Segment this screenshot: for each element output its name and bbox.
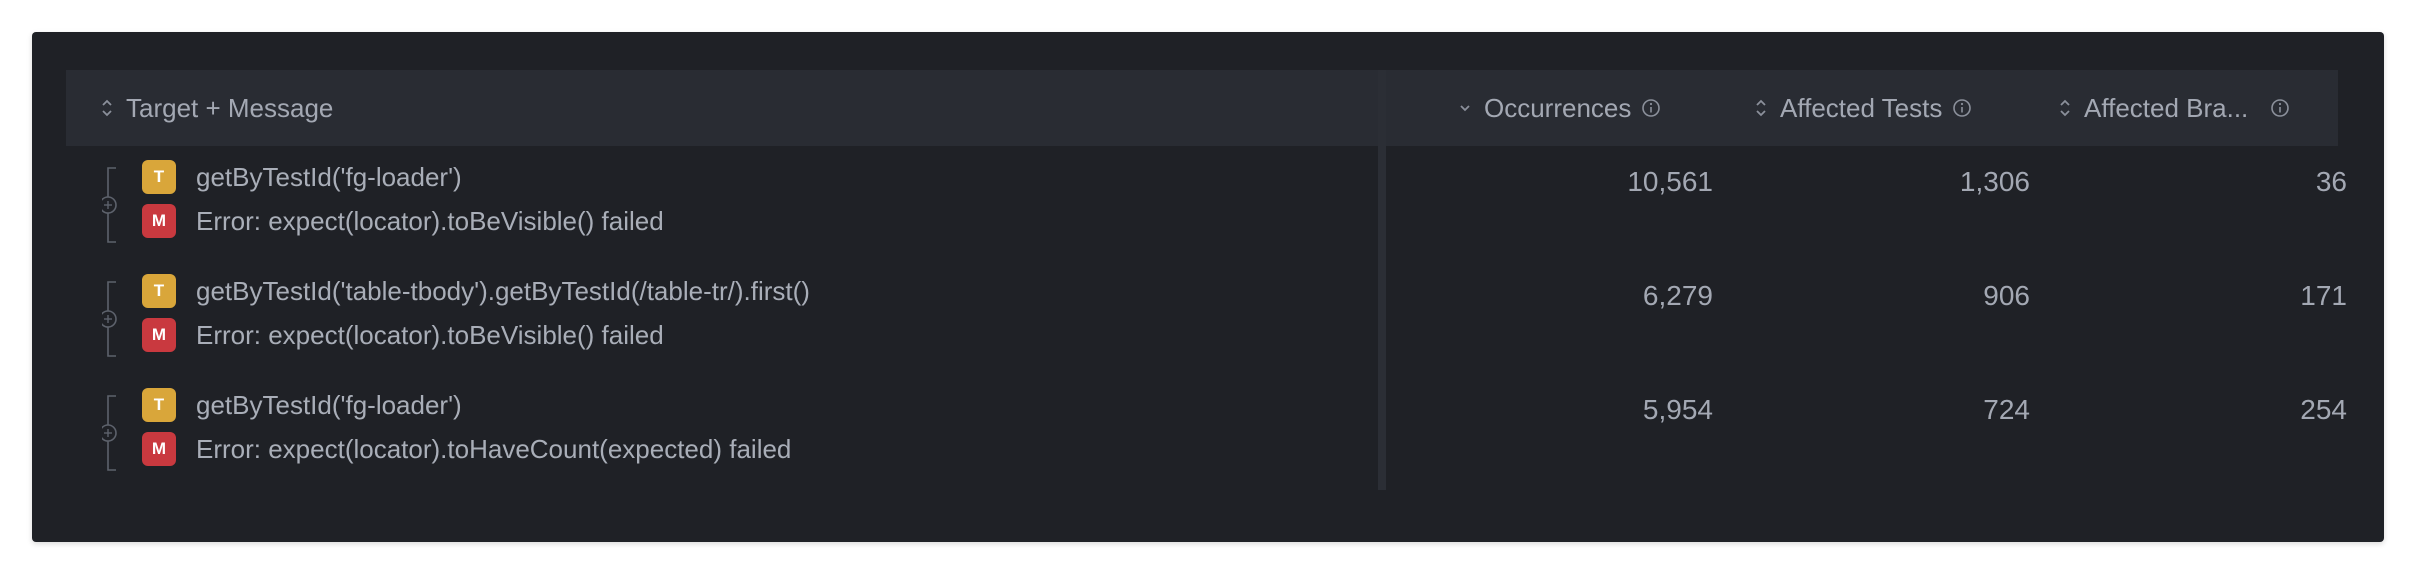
column-header-affected-branches[interactable]: Affected Bra...: [2058, 70, 2290, 146]
info-circle-icon[interactable]: [1641, 98, 1661, 118]
info-circle-icon[interactable]: [1952, 98, 1972, 118]
occurrences-value: 10,561: [1627, 166, 1713, 197]
target-text: getByTestId('fg-loader'): [196, 162, 462, 192]
sort-updown-icon: [1756, 99, 1766, 117]
message-badge: M: [142, 204, 176, 238]
target-text: getByTestId('fg-loader'): [196, 390, 462, 420]
target-badge: T: [142, 274, 176, 308]
table-row[interactable]: T getByTestId('fg-loader') M Error: expe…: [66, 146, 2347, 260]
affected-branches-value: 254: [2300, 394, 2347, 425]
affected-tests-value: 1,306: [1959, 166, 2030, 197]
message-text: Error: expect(locator).toBeVisible() fai…: [196, 320, 664, 350]
table-header: [66, 70, 2338, 146]
affected-tests-value: 724: [1983, 394, 2030, 425]
column-header-label: Occurrences: [1484, 92, 1632, 123]
errors-table: Target + Message Occurrences Affected Te…: [66, 70, 2347, 490]
affected-branches-value: 36: [2315, 166, 2347, 197]
sort-updown-icon: [102, 99, 112, 117]
message-badge: M: [142, 318, 176, 352]
occurrences-value: 6,279: [1642, 280, 1713, 311]
message-text: Error: expect(locator).toBeVisible() fai…: [196, 206, 664, 236]
info-circle-icon[interactable]: [2270, 98, 2290, 118]
message-badge: M: [142, 432, 176, 466]
target-badge: T: [142, 388, 176, 422]
target-text: getByTestId('table-tbody').getByTestId(/…: [196, 276, 810, 306]
table-row[interactable]: T getByTestId('table-tbody').getByTestId…: [66, 260, 2347, 374]
plus-circle-icon[interactable]: [102, 280, 122, 358]
sort-updown-icon: [2060, 99, 2070, 117]
column-header-occurrences[interactable]: Occurrences: [1458, 70, 1661, 146]
affected-tests-value: 906: [1983, 280, 2030, 311]
plus-circle-icon[interactable]: [102, 166, 122, 244]
errors-panel: Target + Message Occurrences Affected Te…: [32, 32, 2384, 542]
plus-circle-icon[interactable]: [102, 394, 122, 472]
column-header-label: Affected Tests: [1780, 92, 1943, 123]
affected-branches-value: 171: [2300, 280, 2347, 311]
message-text: Error: expect(locator).toHaveCount(expec…: [196, 434, 792, 464]
column-header-affected-tests[interactable]: Affected Tests: [1754, 70, 1972, 146]
chevron-down-icon: [1460, 105, 1470, 112]
column-header-target-message[interactable]: Target + Message: [100, 70, 333, 146]
table-row[interactable]: T getByTestId('fg-loader') M Error: expe…: [66, 374, 2347, 488]
column-header-label: Affected Bra...: [2084, 92, 2249, 123]
target-badge: T: [142, 160, 176, 194]
occurrences-value: 5,954: [1642, 394, 1713, 425]
column-header-label: Target + Message: [126, 92, 334, 123]
